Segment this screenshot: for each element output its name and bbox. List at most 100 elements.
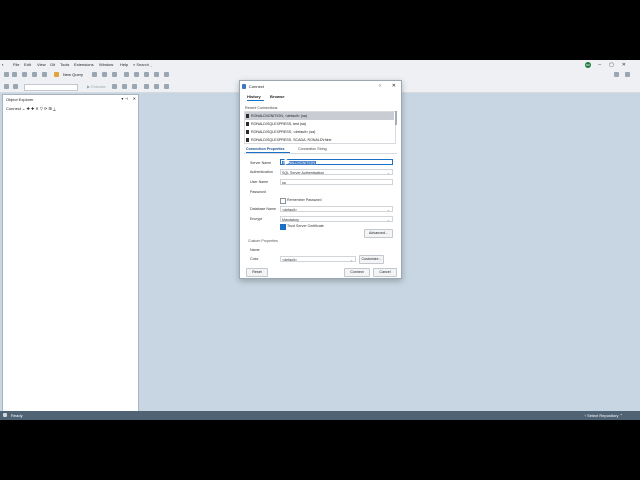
feedback-icon[interactable] [614, 72, 619, 77]
user-name-value: sa [282, 181, 286, 185]
parse-icon[interactable] [122, 84, 127, 89]
new-query-button[interactable]: New Query [63, 72, 83, 77]
user-name-input[interactable]: sa [280, 179, 393, 185]
custom-properties-label: Custom Properties [248, 239, 278, 243]
menu-bar: ▪ File Edit View Git Tools Extensions Wi… [0, 60, 640, 69]
oe-connect-button[interactable]: Connect ⌄ ✚ ✚ ✕ ▽ ⟳ ⊞ ⟂ [6, 106, 56, 111]
color-label: Color [250, 257, 259, 261]
authentication-label: Authentication [250, 170, 273, 174]
back-icon[interactable] [4, 72, 9, 77]
trust-server-certificate-checkbox[interactable] [280, 224, 286, 230]
menu-view[interactable]: View [37, 62, 46, 67]
pin-icon[interactable]: ▾ ⊣ [121, 96, 128, 101]
remember-password-checkbox[interactable] [280, 198, 286, 204]
avatar[interactable]: NK [585, 62, 591, 68]
undo-icon[interactable] [154, 72, 159, 77]
save-all-icon[interactable] [42, 72, 47, 77]
close-icon[interactable]: ✕ [133, 96, 136, 101]
object-explorer-panel: Object Explorer ▾ ⊣ ✕ Connect ⌄ ✚ ✚ ✕ ▽ … [2, 94, 139, 412]
menu-tools[interactable]: Tools [60, 62, 69, 67]
open-icon[interactable] [32, 72, 37, 77]
indent-icon[interactable] [154, 84, 159, 89]
new-query-icon[interactable] [54, 72, 59, 77]
redo-icon[interactable] [164, 72, 169, 77]
menu-edit[interactable]: Edit [24, 62, 31, 67]
recent-scrollbar[interactable] [395, 111, 397, 125]
server-name-label: Server Name [250, 161, 272, 165]
dialog-app-icon [242, 84, 246, 89]
authentication-select[interactable]: SQL Server Authentication ⌄ [280, 169, 393, 175]
tab-connection-string[interactable]: Connection String [298, 147, 327, 151]
name-label: Name [250, 248, 260, 252]
cut-icon[interactable] [124, 72, 129, 77]
trust-server-certificate-label: Trust Server Certificate [287, 224, 324, 228]
connect-button[interactable]: Connect [344, 268, 370, 277]
tab-browse[interactable]: Browse [270, 94, 284, 99]
oe-connect-label: Connect [6, 106, 21, 111]
recent-connections-label: Recent Connections [245, 106, 278, 110]
recent-connection-item[interactable]: RONALD\IGNITION, <default> (sa) [245, 112, 394, 120]
settings-icon[interactable] [625, 72, 630, 77]
recent-connection-item[interactable]: RONALD\SQLEXPRESS, SCADA, RONALD\rhine [245, 136, 394, 143]
change-connection-icon[interactable] [13, 84, 18, 89]
recent-connection-item[interactable]: RONALD\SQLEXPRESS, test (sa) [245, 120, 394, 128]
dialog-title: Connect [249, 84, 264, 89]
chevron-down-icon: ⌄ [386, 208, 390, 212]
help-button[interactable]: ? [379, 83, 381, 88]
divider [244, 153, 397, 154]
status-ready: Ready [11, 413, 23, 418]
chevron-down-icon: ⌄ [349, 258, 353, 262]
execute-button[interactable]: ▶ Execute [87, 84, 106, 89]
copy-icon[interactable] [134, 72, 139, 77]
search-button[interactable]: ⌕ Search ⌄ [133, 62, 152, 67]
close-button[interactable]: ✕ [392, 83, 396, 89]
app-logo-icon: ▪ [2, 62, 4, 67]
query-option-icon[interactable] [112, 72, 117, 77]
menu-git[interactable]: Git [50, 62, 55, 67]
forward-icon[interactable] [12, 72, 17, 77]
password-input[interactable] [280, 189, 393, 195]
plan-icon[interactable] [132, 84, 137, 89]
encrypt-select[interactable]: Mandatory ⌄ [280, 216, 393, 222]
window-controls[interactable]: –▢✕ [598, 62, 634, 68]
outdent-icon[interactable] [164, 84, 169, 89]
execute-label: Execute [91, 84, 106, 89]
menu-file[interactable]: File [13, 62, 19, 67]
select-repository-label: Select Repository [587, 413, 619, 418]
connect-icon[interactable] [4, 84, 9, 89]
status-bar: Ready ↑ Select Repository ⌃ [0, 411, 640, 420]
advanced-button[interactable]: Advanced... [364, 229, 393, 238]
save-icon[interactable] [22, 72, 27, 77]
recent-connection-item[interactable]: RONALD\SQLEXPRESS, <default> (sa) [245, 128, 394, 136]
encrypt-value: Mandatory [282, 218, 299, 222]
customize-button[interactable]: Customize... [359, 255, 384, 264]
paste-icon[interactable] [144, 72, 149, 77]
menu-help[interactable]: Help [120, 62, 128, 67]
object-explorer-title: Object Explorer [6, 97, 34, 102]
select-repository-button[interactable]: ↑ Select Repository ⌃ [584, 413, 623, 418]
database-select[interactable] [24, 84, 78, 91]
connect-dialog: Connect ? ✕ History Browse Recent Connec… [239, 80, 402, 279]
reset-button[interactable]: Reset [246, 268, 268, 277]
menu-window[interactable]: Window [99, 62, 113, 67]
tab-history[interactable]: History [247, 94, 261, 99]
color-select[interactable]: <default> ⌄ [280, 256, 356, 262]
menu-extensions[interactable]: Extensions [74, 62, 94, 67]
search-label: Search [136, 62, 150, 67]
query-option-icon[interactable] [92, 72, 97, 77]
tab-connection-properties[interactable]: Connection Properties [246, 147, 285, 151]
recent-connections-list: RONALD\IGNITION, <default> (sa) RONALD\S… [244, 111, 396, 144]
database-name-value: <default> [282, 208, 297, 212]
debug-icon[interactable] [112, 84, 117, 89]
comment-icon[interactable] [144, 84, 149, 89]
database-name-select[interactable]: <default> ⌄ [280, 206, 393, 212]
chevron-down-icon: ⌄ [386, 218, 390, 222]
cancel-button[interactable]: Cancel [373, 268, 397, 277]
password-label: Password [250, 190, 266, 194]
authentication-value: SQL Server Authentication [282, 171, 325, 175]
query-option-icon[interactable] [102, 72, 107, 77]
encrypt-label: Encrypt [250, 217, 263, 221]
server-name-input[interactable]: RONALD\IGNITION [280, 159, 393, 165]
status-icon [3, 413, 7, 417]
active-tab-indicator [247, 100, 264, 101]
